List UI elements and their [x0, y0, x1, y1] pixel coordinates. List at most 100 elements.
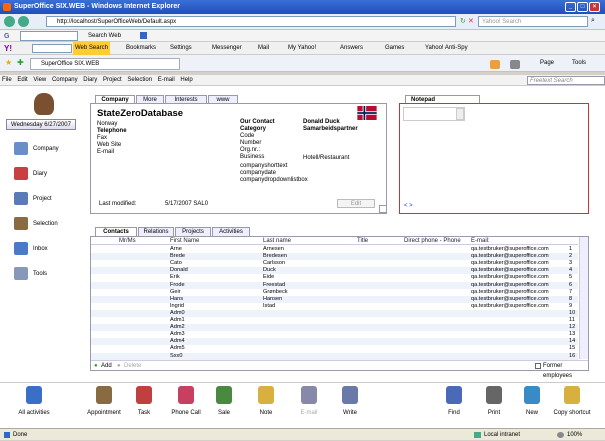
all-activities-button[interactable]: All activities — [10, 386, 58, 416]
nav-company[interactable]: Company — [14, 142, 59, 155]
maximize-button[interactable]: □ — [577, 2, 588, 12]
forward-icon[interactable] — [18, 16, 29, 27]
refresh-icon[interactable]: ↻ — [460, 17, 466, 25]
table-row[interactable]: Geir Grønbeck qa.testbruker@superoffice.co… — [91, 289, 578, 296]
table-row[interactable]: Adm1 11 — [91, 317, 578, 324]
yahoo-settings[interactable]: Settings — [170, 42, 192, 55]
browser-tab[interactable]: SuperOffice SIX.WEB — [30, 58, 180, 70]
favorites-star-icon[interactable]: ★ — [5, 58, 12, 67]
nav-selection[interactable]: Selection — [14, 217, 58, 230]
table-row[interactable]: Adm3 13 — [91, 331, 578, 338]
category-value[interactable]: Samarbeidspartner — [303, 126, 358, 132]
tab-projects[interactable]: Projects — [175, 227, 211, 236]
task-button[interactable]: Task — [120, 386, 168, 416]
nav-diary[interactable]: Diary — [14, 167, 47, 180]
sale-button[interactable]: Sale — [200, 386, 248, 416]
table-row[interactable]: Adm5 15 — [91, 345, 578, 352]
table-row[interactable]: Donald Duck qa.testbruker@superoffice.com 4 — [91, 267, 578, 275]
yahoo-bookmarks[interactable]: Bookmarks — [126, 42, 156, 55]
back-icon[interactable] — [4, 16, 15, 27]
table-row[interactable]: Brede Bredesen qa.testbruker@superoffice.c… — [91, 253, 578, 261]
edit-button[interactable]: Edit — [337, 199, 375, 208]
close-button[interactable]: × — [589, 2, 600, 12]
yahoo-web-search-button[interactable]: Web Search — [73, 42, 110, 55]
nav-inbox[interactable]: Inbox — [14, 242, 48, 255]
nav-project[interactable]: Project — [14, 192, 52, 205]
table-row[interactable]: Arne Arnesen qa.testbruker@superoffice.com… — [91, 246, 578, 253]
copy-shortcut-button[interactable]: Copy shortcut — [548, 386, 596, 416]
table-row[interactable]: Adm0 10 — [91, 309, 578, 317]
tab-relations[interactable]: Relations — [138, 227, 174, 236]
table-row[interactable]: Ingrid Istad qa.testbruker@superoffice.com… — [91, 303, 578, 310]
add-icon[interactable]: ● — [94, 361, 98, 371]
menu-company[interactable]: Company — [52, 77, 78, 83]
today-date-button[interactable]: Wednesday 6/27/2007 — [6, 119, 76, 130]
yahoo-answers[interactable]: Answers — [340, 42, 363, 55]
col-phone[interactable]: Direct phone - Phone — [404, 237, 461, 245]
yahoo-games[interactable]: Games — [385, 42, 404, 55]
minimize-button[interactable]: _ — [565, 2, 576, 12]
col-mrms[interactable]: Mr/Ms — [119, 237, 136, 245]
google-toolbar: G Search Web — [0, 30, 605, 42]
table-row[interactable]: Adm4 14 — [91, 338, 578, 346]
yahoo-my-yahoo[interactable]: My Yahoo! — [288, 42, 316, 55]
menu-help[interactable]: Help — [180, 77, 192, 83]
page-menu[interactable]: Page — [540, 60, 554, 66]
table-row[interactable]: Sxx0 16 — [91, 352, 578, 360]
resize-grip-icon[interactable] — [379, 205, 387, 213]
menu-edit[interactable]: Edit — [17, 77, 27, 83]
zoom-level[interactable]: 100% — [567, 429, 582, 441]
yahoo-search-input[interactable] — [32, 44, 72, 53]
table-row[interactable]: Hans Hansen qa.testbruker@superoffice.com 8 — [91, 295, 578, 303]
tab-contacts[interactable]: Contacts — [95, 227, 137, 236]
menu-file[interactable]: File — [2, 77, 12, 83]
col-title[interactable]: Title — [357, 237, 368, 245]
table-row[interactable]: Erik Eide qa.testbruker@superoffice.com 5 — [91, 274, 578, 281]
col-email[interactable]: E-mail: — [471, 237, 490, 245]
fax-label: Fax — [97, 135, 108, 141]
col-lastname[interactable]: Last name — [263, 237, 291, 245]
zoom-icon[interactable] — [557, 432, 564, 438]
former-employees-checkbox[interactable] — [535, 363, 541, 369]
yahoo-anti-spy[interactable]: Yahoo! Anti-Spy — [425, 42, 468, 55]
google-search-button[interactable]: Search Web — [88, 30, 121, 42]
our-contact-value[interactable]: Donald Duck — [303, 119, 340, 125]
yahoo-mail[interactable]: Mail — [258, 42, 269, 55]
nav-tools[interactable]: Tools — [14, 267, 47, 280]
table-row[interactable]: Adm2 12 — [91, 324, 578, 332]
google-option-icon[interactable] — [140, 32, 147, 39]
yahoo-messenger[interactable]: Messenger — [212, 42, 242, 55]
note-button[interactable]: Note — [242, 386, 290, 416]
cell-firstname: Sxx0 — [170, 352, 183, 359]
web-search-input[interactable]: Yahoo! Search — [478, 16, 588, 27]
tab-activities[interactable]: Activities — [212, 227, 250, 236]
owl-logo-icon — [34, 93, 54, 115]
table-row[interactable]: Cato Carlsson qa.testbruker@superoffice.co… — [91, 260, 578, 267]
print-icon[interactable] — [510, 60, 520, 69]
search-icon[interactable]: ⌕ — [591, 17, 595, 25]
notepad-scrollbar[interactable] — [456, 108, 464, 120]
add-button[interactable]: Add — [101, 361, 112, 371]
menu-view[interactable]: View — [33, 77, 46, 83]
cell-index: 8 — [569, 295, 573, 302]
menu-email[interactable]: E-mail — [158, 77, 175, 83]
business-value[interactable]: Hotell/Restaurant — [303, 155, 349, 161]
stop-icon[interactable]: ✕ — [468, 17, 474, 25]
grid-scrollbar[interactable] — [579, 237, 588, 359]
write-button[interactable]: Write — [326, 386, 374, 416]
add-favorites-icon[interactable]: ✚ — [17, 58, 24, 67]
menu-project[interactable]: Project — [103, 77, 122, 83]
col-firstname[interactable]: First Name — [170, 237, 199, 245]
home-icon[interactable] — [490, 60, 500, 69]
menu-selection[interactable]: Selection — [127, 77, 152, 83]
cell-index: 7 — [569, 288, 573, 295]
notepad-nav[interactable]: < > — [404, 203, 413, 209]
delete-button[interactable]: Delete — [124, 361, 141, 371]
address-input[interactable]: http://localhost/SuperOfficeWeb/Default.… — [46, 16, 456, 27]
tools-menu[interactable]: Tools — [572, 60, 586, 66]
table-row[interactable]: Frode Freestad qa.testbruker@superoffice.c… — [91, 281, 578, 289]
menu-diary[interactable]: Diary — [83, 77, 97, 83]
google-search-input[interactable] — [20, 31, 78, 41]
delete-icon[interactable]: ● — [117, 361, 121, 371]
freetext-search-input[interactable]: Freetext Search — [527, 76, 605, 85]
